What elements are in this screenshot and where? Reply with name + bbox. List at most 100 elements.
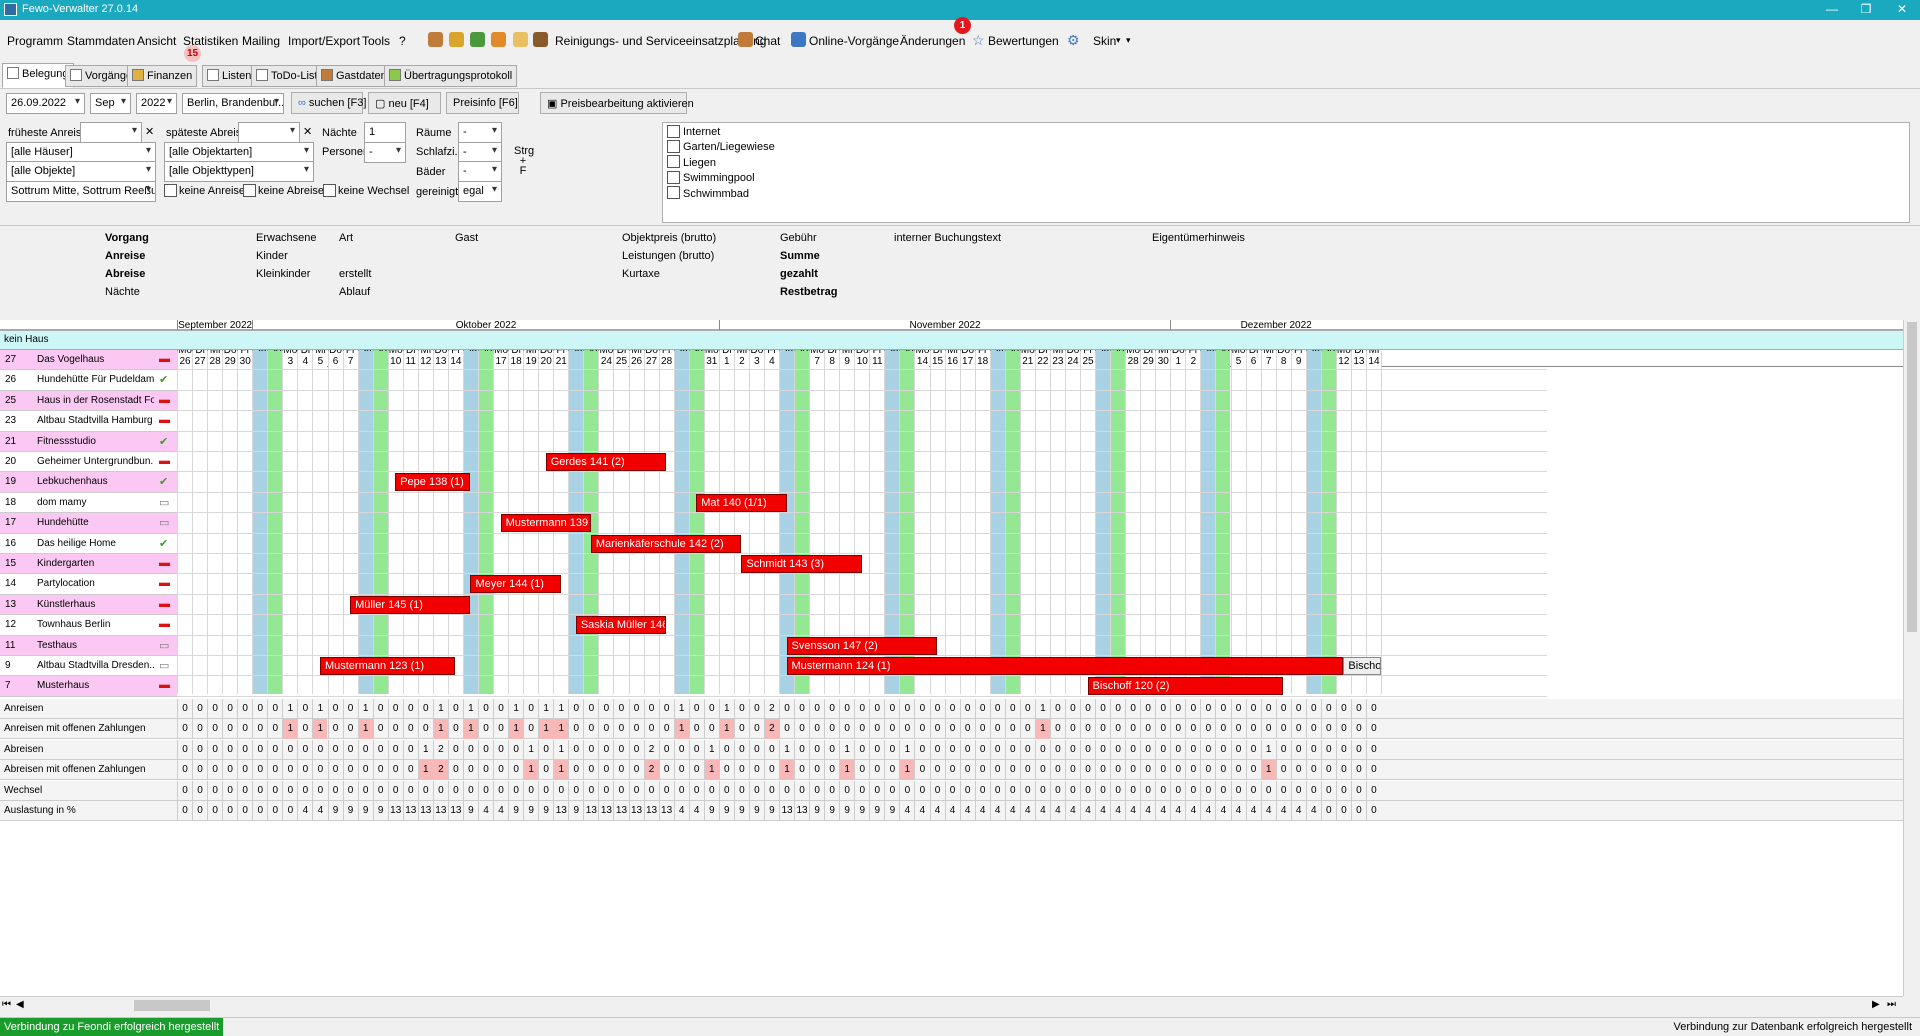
booking-bar[interactable]: Müller 145 (1) — [350, 595, 471, 614]
person-icon[interactable] — [491, 32, 506, 48]
region-select[interactable]: Berlin, Brandenbur... — [182, 93, 284, 114]
latest-departure-input[interactable] — [238, 122, 300, 143]
amenity-checkbox[interactable] — [667, 171, 680, 184]
tab-listen[interactable]: Listen — [202, 65, 257, 87]
stats-cell: 0 — [598, 780, 613, 801]
guest-icon[interactable] — [428, 32, 443, 48]
amenity-checkbox[interactable] — [667, 155, 680, 168]
object-name[interactable]: Musterhaus — [37, 680, 154, 691]
menu-chat[interactable]: Chat — [755, 34, 780, 48]
month-select[interactable]: Sep — [90, 93, 131, 114]
object-name[interactable]: Partylocation — [37, 578, 154, 589]
object-name[interactable]: Kindergarten — [37, 558, 154, 569]
search-button[interactable]: ∞ suchen [F3] — [291, 92, 366, 114]
scroll-right-icon[interactable]: ▶ — [1872, 999, 1880, 1010]
menu-online-vorgaenge[interactable]: Online-Vorgänge — [809, 34, 899, 48]
object-kinds-select[interactable]: [alle Objektarten] — [164, 142, 314, 163]
no-arrivals-checkbox[interactable] — [164, 184, 177, 197]
object-name[interactable]: Hundehütte Für Pudeldam... — [37, 374, 154, 385]
object-name[interactable]: Altbau Stadtvilla Dresden... — [37, 660, 154, 671]
object-name[interactable]: Hundehütte — [37, 517, 154, 528]
price-icon: ▣ — [547, 98, 561, 110]
booking-bar[interactable]: Mustermann 124 (1) — [786, 657, 1344, 675]
price-info-button[interactable]: Preisinfo [F6] — [446, 92, 519, 114]
booking-bar[interactable]: Meyer 144 (1) — [470, 575, 561, 594]
bathrooms-select[interactable]: - — [458, 161, 502, 182]
booking-bar[interactable]: Bischoff 122 (2) — [1343, 657, 1381, 675]
menu-import-export[interactable]: Import/Export — [288, 34, 360, 48]
persons-select[interactable]: - — [364, 142, 406, 163]
notepad-icon[interactable] — [513, 32, 528, 48]
earliest-arrival-input[interactable] — [80, 122, 142, 143]
amenity-checkbox[interactable] — [667, 125, 680, 138]
menu-aenderungen[interactable]: Änderungen — [900, 34, 965, 48]
booking-bar[interactable]: Pepe 138 (1) — [395, 473, 471, 492]
price-edit-button[interactable]: ▣ Preisbearbeitung aktivieren — [540, 92, 694, 114]
horizontal-scrollbar[interactable]: ⏮ ◀ ▶ ⏭ — [0, 996, 1903, 1014]
menu-skin[interactable]: Skin — [1093, 34, 1116, 48]
maximize-button[interactable]: ❐ — [1852, 2, 1880, 16]
booking-bar[interactable]: Mustermann 139 (2) — [500, 514, 591, 533]
object-name[interactable]: Testhaus — [37, 640, 154, 651]
object-name[interactable]: dom mamy — [37, 497, 154, 508]
scroll-last-icon[interactable]: ⏭ — [1887, 999, 1896, 1010]
object-name[interactable]: Künstlerhaus — [37, 599, 154, 610]
date-picker[interactable]: 26.09.2022 — [6, 93, 85, 114]
owner-icon[interactable] — [470, 32, 485, 48]
close-button[interactable]: ✕ — [1888, 2, 1916, 16]
row-divider — [177, 553, 1547, 554]
cleaning-icon[interactable] — [533, 32, 548, 48]
object-name[interactable]: Fitnessstudio — [37, 436, 154, 447]
rooms-select[interactable]: - — [458, 122, 502, 143]
vertical-scrollbar[interactable] — [1903, 320, 1920, 996]
amenity-checkbox[interactable] — [667, 140, 680, 153]
scroll-left-icon[interactable]: ◀ — [16, 999, 24, 1010]
object-name[interactable]: Geheimer Untergrundbun... — [37, 456, 154, 467]
booking-bar[interactable]: Schmidt 143 (3) — [741, 555, 862, 573]
no-changes-checkbox[interactable] — [323, 184, 336, 197]
booking-bar[interactable]: Bischoff 120 (2) — [1087, 677, 1284, 696]
menu-tools[interactable]: Tools — [362, 34, 390, 48]
scroll-first-icon[interactable]: ⏮ — [2, 999, 11, 1010]
house-icon[interactable] — [449, 32, 464, 48]
houses-select[interactable]: [alle Häuser] — [6, 142, 156, 163]
new-button[interactable]: ▢ neu [F4] — [368, 92, 441, 114]
clear-icon[interactable]: ✕ — [145, 125, 154, 138]
menu-ansicht[interactable]: Ansicht — [137, 34, 176, 48]
amenity-checkbox[interactable] — [667, 186, 680, 199]
no-departures-checkbox[interactable] — [243, 184, 256, 197]
tab-belegung[interactable]: Belegung — [2, 63, 74, 88]
object-name[interactable]: Haus in der Rosenstadt Fo... — [37, 395, 154, 406]
tab-gastdaten[interactable]: Gastdaten — [316, 65, 392, 87]
object-name[interactable]: Townhaus Berlin — [37, 619, 154, 630]
object-types-select[interactable]: [alle Objekttypen] — [164, 161, 314, 182]
tab-finanzen[interactable]: Finanzen — [127, 65, 198, 87]
object-name[interactable]: Das heilige Home — [37, 538, 154, 549]
object-name[interactable]: Altbau Stadtvilla Hamburg — [37, 415, 154, 426]
tab-uebertragungsprotokoll[interactable]: Übertragungsprotokoll — [384, 65, 518, 87]
nights-stepper[interactable]: 1 — [364, 122, 406, 143]
object-name[interactable]: Lebkuchenhaus — [37, 476, 154, 487]
menu-mailing[interactable]: Mailing — [242, 34, 280, 48]
minimize-button[interactable]: — — [1818, 2, 1846, 16]
booking-bar[interactable]: Saskia Müller 146 (1) — [575, 616, 667, 635]
object-name[interactable]: Das Vogelhaus — [37, 354, 154, 365]
booking-bar[interactable]: Marienkäferschule 142 (2) — [590, 534, 742, 553]
gear-icon[interactable]: ⚙ — [1067, 32, 1080, 49]
objects-select[interactable]: [alle Objekte] — [6, 161, 156, 182]
booking-bar[interactable]: Mat 140 (1/1) — [696, 493, 787, 512]
menu-programm[interactable]: Programm — [7, 34, 63, 48]
booking-bar[interactable]: Gerdes 141 (2) — [545, 453, 667, 471]
menu-reinigung[interactable]: Reinigungs- und Serviceeinsatzplanung — [555, 34, 766, 48]
location-select[interactable]: Sottrum Mitte, Sottrum Reeßum — [6, 181, 156, 202]
bedrooms-select[interactable]: - — [458, 142, 502, 163]
clear-icon[interactable]: ✕ — [303, 125, 312, 138]
menu-bewertungen[interactable]: Bewertungen — [988, 34, 1059, 48]
booking-bar[interactable]: Svensson 147 (2) — [786, 636, 938, 655]
chevron-down-icon[interactable]: ▾ — [1126, 35, 1131, 46]
booking-bar[interactable]: Mustermann 123 (1) — [319, 657, 456, 675]
year-select[interactable]: 2022 — [136, 93, 177, 114]
cleaned-select[interactable]: egal — [458, 181, 502, 202]
menu-stammdaten[interactable]: Stammdaten — [67, 34, 135, 48]
menu-help[interactable]: ? — [399, 34, 406, 48]
